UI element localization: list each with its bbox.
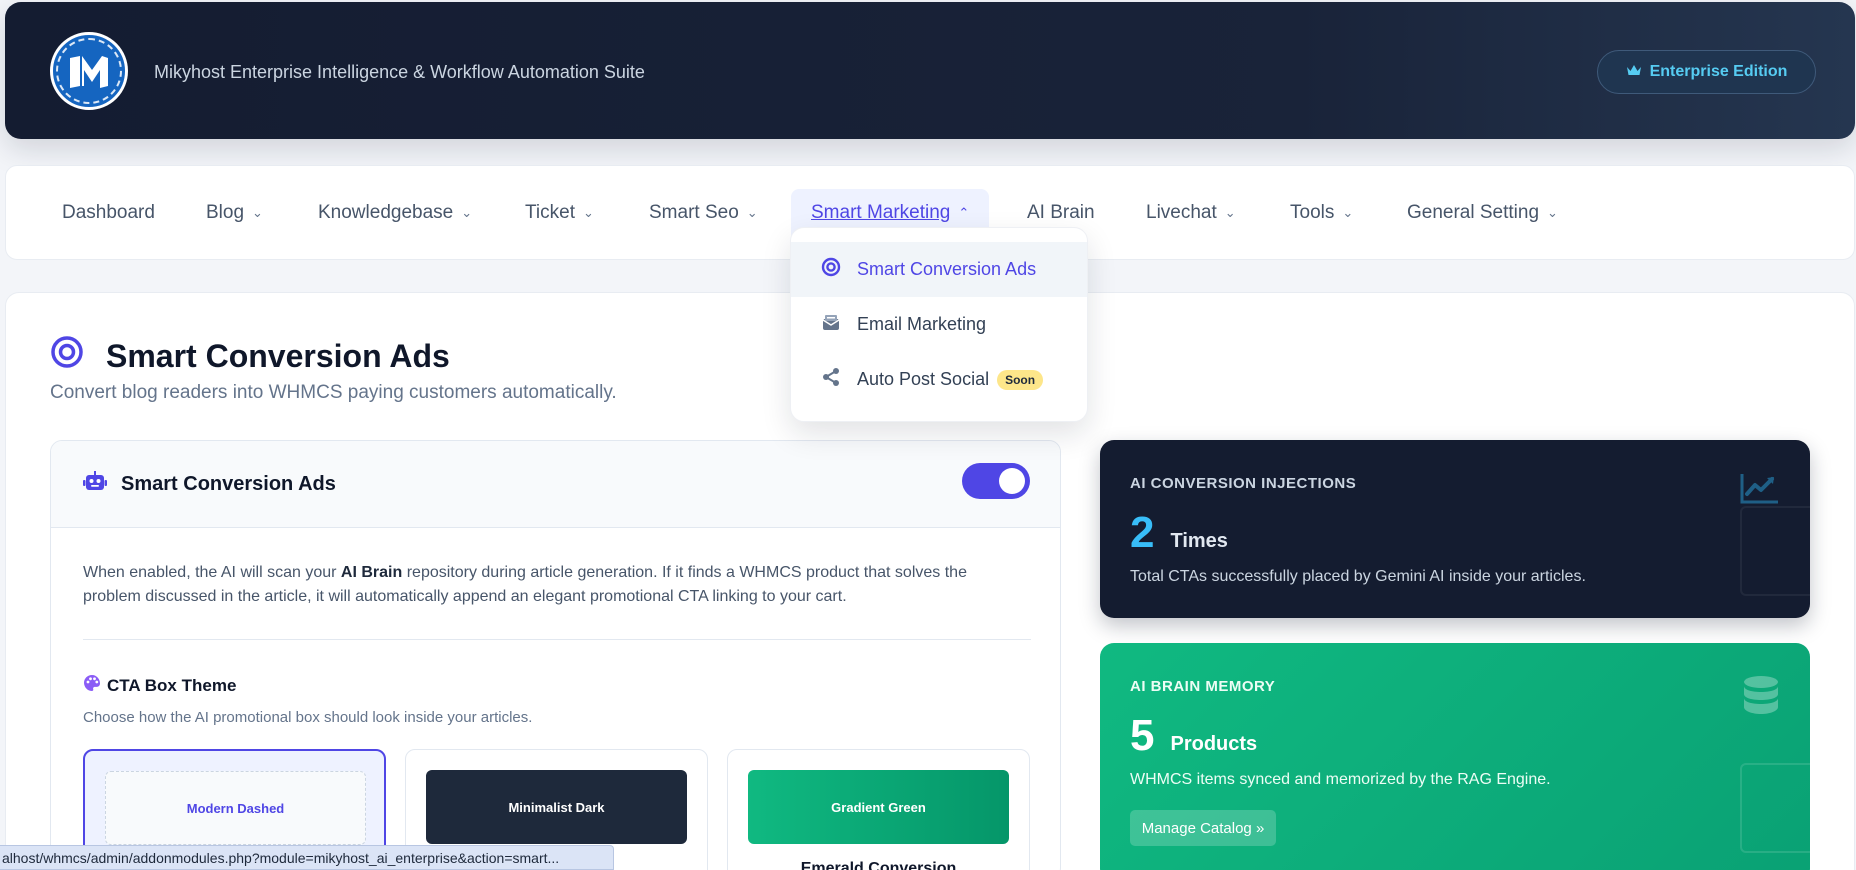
stat-value: 2 Times xyxy=(1130,508,1228,557)
nav-item-general-setting[interactable]: General Setting ⌄ xyxy=(1407,189,1558,237)
nav-item-blog[interactable]: Blog ⌄ xyxy=(206,189,263,237)
stat-label: AI BRAIN MEMORY xyxy=(1130,678,1276,695)
chevron-down-icon: ⌄ xyxy=(582,205,594,220)
dropdown-item-smart-conversion-ads[interactable]: Smart Conversion Ads xyxy=(791,242,1087,297)
smart-marketing-dropdown: Smart Conversion Ads Email Marketing Aut… xyxy=(790,227,1088,422)
browser-status-bar: alhost/whmcs/admin/addonmodules.php?modu… xyxy=(0,845,614,870)
stat-description: WHMCS items synced and memorized by the … xyxy=(1130,771,1551,788)
soon-badge: Soon xyxy=(997,369,1044,390)
conversion-injections-card: AI CONVERSION INJECTIONS 2 Times Total C… xyxy=(1100,440,1810,618)
mail-bulk-icon xyxy=(821,312,841,337)
app-title: Mikyhost Enterprise Intelligence & Workf… xyxy=(154,62,645,82)
dropdown-item-email-marketing[interactable]: Email Marketing xyxy=(791,297,1087,352)
app-header: Mikyhost Enterprise Intelligence & Workf… xyxy=(5,2,1855,139)
panel-title: Smart Conversion Ads xyxy=(121,472,336,495)
chevron-down-icon: ⌄ xyxy=(1547,205,1558,220)
stat-value: 5 Products xyxy=(1130,711,1258,760)
target-icon xyxy=(821,257,841,282)
nav-item-smart-seo[interactable]: Smart Seo ⌄ xyxy=(649,189,758,237)
theme-preview: Gradient Green xyxy=(748,770,1009,844)
nav-item-dashboard[interactable]: Dashboard xyxy=(62,189,155,237)
nav-item-knowledgebase[interactable]: Knowledgebase ⌄ xyxy=(318,189,472,237)
stat-label: AI CONVERSION INJECTIONS xyxy=(1130,475,1357,492)
chevron-down-icon: ⌄ xyxy=(746,205,758,220)
nav-item-livechat[interactable]: Livechat ⌄ xyxy=(1146,189,1236,237)
enterprise-edition-button[interactable]: Enterprise Edition xyxy=(1597,50,1816,94)
nav-item-ticket[interactable]: Ticket ⌄ xyxy=(525,189,594,237)
panel-description: When enabled, the AI will scan your AI B… xyxy=(83,564,967,605)
robot-icon xyxy=(83,471,107,497)
chevron-down-icon: ⌄ xyxy=(1342,205,1354,220)
page-title: Smart Conversion Ads xyxy=(50,335,450,377)
target-icon xyxy=(50,335,84,377)
palette-icon xyxy=(83,674,101,697)
manage-catalog-button[interactable]: Manage Catalog » xyxy=(1130,810,1276,846)
enable-toggle[interactable] xyxy=(962,463,1030,499)
chevron-down-icon: ⌄ xyxy=(461,205,473,220)
database-icon xyxy=(1742,675,1780,722)
theme-option-gradient-green[interactable]: Gradient Green Emerald Conversion xyxy=(727,749,1030,870)
stat-description: Total CTAs successfully placed by Gemini… xyxy=(1130,568,1586,585)
nav-item-tools[interactable]: Tools ⌄ xyxy=(1290,189,1353,237)
chevron-down-icon: ⌄ xyxy=(252,205,263,220)
theme-name: Emerald Conversion xyxy=(800,860,957,870)
mikyhost-logo[interactable] xyxy=(50,32,128,110)
share-icon xyxy=(821,367,841,392)
chart-line-icon xyxy=(1740,472,1780,509)
theme-section-title: CTA Box Theme xyxy=(83,674,236,697)
brain-memory-card: AI BRAIN MEMORY 5 Products WHMCS items s… xyxy=(1100,643,1810,870)
theme-preview: Minimalist Dark xyxy=(426,770,687,844)
divider xyxy=(83,639,1031,640)
chevron-down-icon: ⌄ xyxy=(1224,205,1236,220)
chevron-up-icon: ⌃ xyxy=(958,205,970,220)
theme-preview: Modern Dashed xyxy=(105,771,366,845)
edition-label: Enterprise Edition xyxy=(1649,63,1788,80)
panel-header: Smart Conversion Ads xyxy=(51,441,1060,528)
settings-panel: Smart Conversion Ads When enabled, the A… xyxy=(50,440,1061,870)
page-title-text: Smart Conversion Ads xyxy=(106,337,450,374)
crown-icon xyxy=(1626,63,1642,82)
dropdown-item-auto-post-social[interactable]: Auto Post Social Soon xyxy=(791,352,1087,407)
page-subtitle: Convert blog readers into WHMCS paying c… xyxy=(50,382,617,403)
theme-section-description: Choose how the AI promotional box should… xyxy=(83,709,533,726)
